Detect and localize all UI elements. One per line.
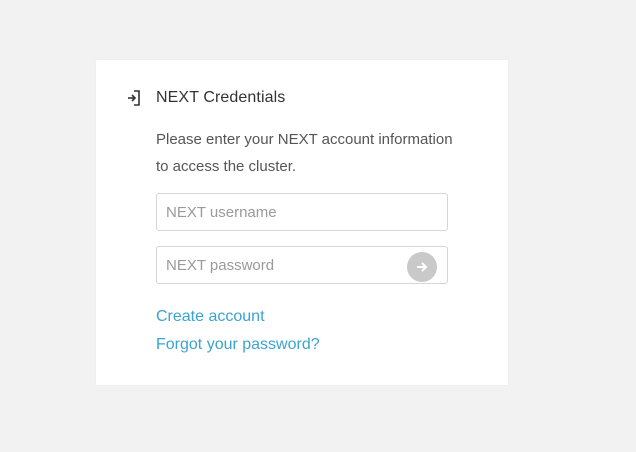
card-title: NEXT Credentials [156,89,286,106]
password-field-wrapper [156,246,448,284]
arrow-right-icon [417,262,428,272]
credentials-card: NEXT Credentials Please enter your NEXT … [96,60,508,385]
card-header: NEXT Credentials [124,88,285,108]
submit-button[interactable] [407,252,437,282]
login-icon [124,88,144,108]
forgot-password-link[interactable]: Forgot your password? [156,336,320,354]
password-input[interactable] [157,247,447,283]
username-field-wrapper [156,193,448,231]
username-input[interactable] [157,194,447,230]
create-account-link[interactable]: Create account [156,308,265,326]
description-text: Please enter your NEXT account informati… [156,131,453,175]
